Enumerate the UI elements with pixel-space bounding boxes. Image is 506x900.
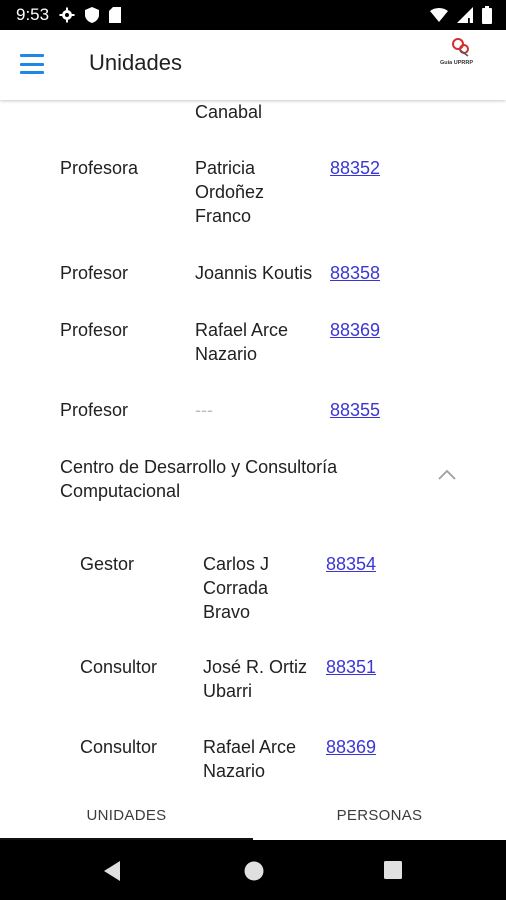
position-title: Profesora (60, 158, 139, 178)
tab-unidades[interactable]: UNIDADES (0, 790, 253, 840)
extension-link[interactable]: 88351 (326, 655, 376, 679)
person-name: Carlos J Corrada Bravo (203, 554, 270, 622)
extension-link[interactable]: 88354 (326, 552, 376, 576)
extension-link[interactable]: 88369 (330, 318, 380, 342)
position-title: Profesor (60, 400, 129, 420)
wifi-icon (430, 8, 448, 22)
gear-icon (59, 7, 75, 23)
signal-icon (457, 7, 473, 23)
person-name: Joannis Koutis (195, 263, 313, 283)
section-header[interactable]: Centro de Desarrollo y Consultoría Compu… (60, 455, 380, 503)
logo-text: Guía UPRRP (440, 60, 474, 66)
person-name: --- (195, 400, 213, 420)
person-name: Rafael Arce Nazario (195, 320, 289, 364)
extension-link[interactable]: 88355 (330, 398, 380, 422)
system-nav-bar (0, 840, 506, 900)
tab-personas[interactable]: PERSONAS (253, 790, 506, 840)
person-name: Patricia Ordoñez Franco (195, 158, 265, 226)
back-icon[interactable] (102, 860, 122, 887)
chevron-up-icon[interactable] (438, 468, 456, 480)
position-title: Gestor (80, 554, 135, 574)
shield-icon (85, 7, 100, 23)
position-title: Consultor (80, 657, 158, 677)
extension-link[interactable]: 88369 (326, 735, 376, 759)
sd-card-icon (109, 7, 122, 23)
person-name: José R. Ortiz Ubarri (203, 657, 308, 701)
page-title: Unidades (89, 50, 182, 75)
position-title: Profesor (60, 320, 129, 340)
home-icon[interactable] (243, 860, 265, 887)
units-list[interactable]: Canabal Profesora Patricia Ordoñez Franc… (0, 100, 506, 790)
extension-link[interactable]: 88352 (330, 156, 380, 180)
extension-link[interactable]: 88358 (330, 261, 380, 285)
tab-bar: UNIDADES PERSONAS (0, 790, 506, 840)
name-fragment: Canabal (195, 102, 263, 122)
upr-logo (438, 36, 490, 76)
position-title: Profesor (60, 263, 129, 283)
position-title: Consultor (80, 737, 158, 757)
recents-icon[interactable] (383, 860, 403, 885)
status-time: 9:53 (16, 5, 50, 24)
hamburger-menu-icon[interactable] (20, 54, 44, 74)
status-bar: 9:53 (0, 0, 506, 30)
person-name: Rafael Arce Nazario (203, 737, 297, 781)
battery-icon (482, 6, 492, 24)
app-bar: Unidades Guía UPRRP (0, 30, 506, 100)
